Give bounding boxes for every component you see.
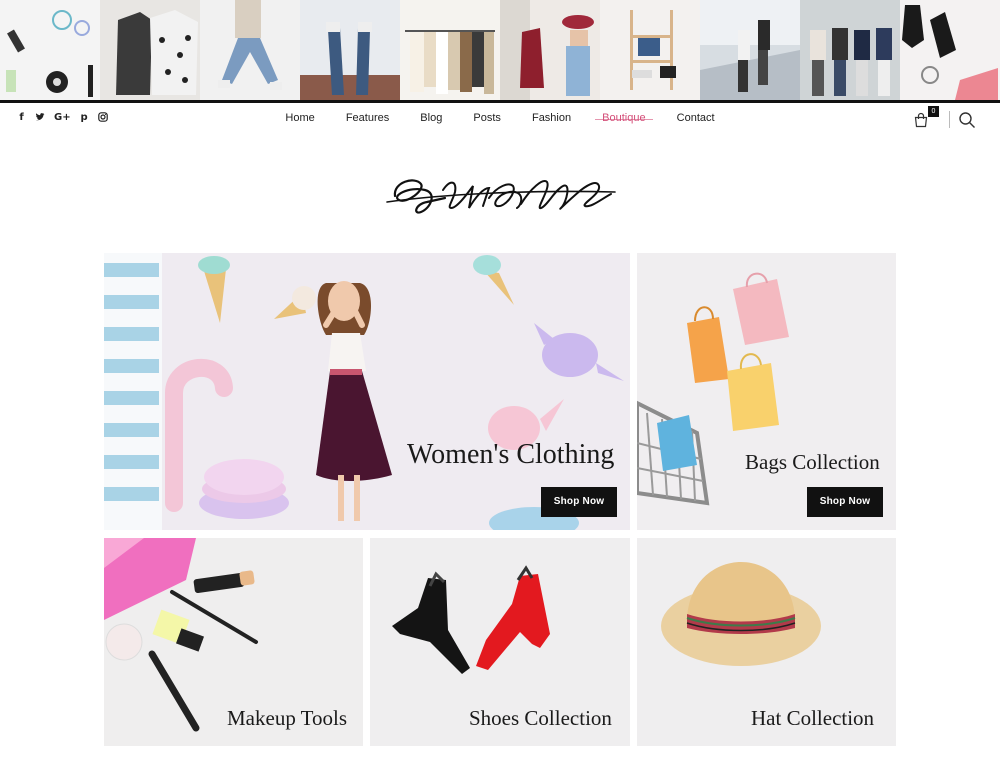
hat-collection-title: Hat Collection: [751, 706, 875, 730]
category-card-shoes-collection[interactable]: Shoes Collection: [370, 538, 630, 746]
category-card-bags-collection[interactable]: Bags Collection Shop Now: [637, 253, 896, 530]
strip-photo-legs[interactable]: [300, 0, 400, 100]
strip-photo-friends[interactable]: [800, 0, 900, 100]
site-logo[interactable]: [385, 168, 617, 220]
nav-divider: [949, 111, 950, 128]
strip-photo-city[interactable]: [700, 0, 800, 100]
strip-photo-makeup[interactable]: [0, 0, 100, 100]
category-card-womens-clothing[interactable]: Women's Clothing Shop Now: [104, 253, 630, 530]
menu-item-fashion[interactable]: Fashion: [532, 112, 571, 124]
strip-photo-red-jacket[interactable]: [500, 0, 600, 100]
strip-photo-rack[interactable]: [400, 0, 500, 100]
main-navbar: f G+ p Home Features Blog Posts Fashion …: [0, 103, 1000, 135]
menu-item-features[interactable]: Features: [346, 112, 389, 124]
menu-item-boutique[interactable]: Boutique: [595, 112, 654, 124]
womens-clothing-shop-now-button[interactable]: Shop Now: [541, 487, 617, 517]
strip-photo-jumping[interactable]: [200, 0, 300, 100]
cart-icon[interactable]: [913, 112, 929, 128]
main-menu: Home Features Blog Posts Fashion Boutiqu…: [0, 112, 1000, 124]
menu-item-contact[interactable]: Contact: [677, 112, 715, 124]
search-icon[interactable]: [958, 111, 976, 129]
strip-photo-boots[interactable]: [900, 0, 1000, 100]
shoes-collection-title: Shoes Collection: [469, 706, 612, 730]
menu-item-posts[interactable]: Posts: [473, 112, 501, 124]
menu-item-blog[interactable]: Blog: [420, 112, 442, 124]
cart-count-badge: 0: [928, 106, 939, 117]
category-card-hat-collection[interactable]: Hat Collection: [637, 538, 896, 746]
menu-item-home[interactable]: Home: [285, 112, 314, 124]
photo-strip: [0, 0, 1000, 100]
strip-photo-ladder[interactable]: [600, 0, 700, 100]
bags-collection-title: Bags Collection: [745, 450, 880, 474]
bags-collection-shop-now-button[interactable]: Shop Now: [807, 487, 883, 517]
makeup-tools-title: Makeup Tools: [227, 706, 348, 730]
category-card-makeup-tools[interactable]: Makeup Tools: [104, 538, 363, 746]
womens-clothing-title: Women's Clothing: [407, 439, 615, 470]
strip-photo-sweaters[interactable]: [100, 0, 200, 100]
